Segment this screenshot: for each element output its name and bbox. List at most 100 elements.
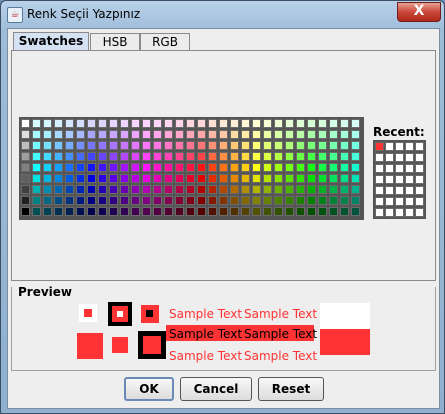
color-swatch[interactable] [109, 196, 118, 205]
color-swatch[interactable] [296, 152, 305, 161]
recent-swatch[interactable] [385, 164, 394, 173]
color-swatch[interactable] [252, 207, 261, 216]
color-swatch[interactable] [252, 119, 261, 128]
recent-swatch[interactable] [415, 175, 424, 184]
color-swatch[interactable] [54, 163, 63, 172]
color-swatch[interactable] [142, 119, 151, 128]
color-swatch[interactable] [43, 119, 52, 128]
color-swatch[interactable] [87, 152, 96, 161]
color-swatch[interactable] [43, 196, 52, 205]
color-swatch[interactable] [120, 141, 129, 150]
color-swatch[interactable] [340, 130, 349, 139]
color-swatch[interactable] [263, 119, 272, 128]
color-swatch[interactable] [241, 163, 250, 172]
color-swatch[interactable] [241, 130, 250, 139]
color-swatch[interactable] [142, 141, 151, 150]
color-swatch[interactable] [351, 119, 360, 128]
color-swatch[interactable] [98, 185, 107, 194]
color-swatch[interactable] [21, 196, 30, 205]
recent-swatch[interactable] [415, 186, 424, 195]
color-swatch[interactable] [318, 185, 327, 194]
color-swatch[interactable] [87, 207, 96, 216]
color-swatch[interactable] [318, 207, 327, 216]
recent-swatch[interactable] [385, 208, 394, 217]
color-swatch[interactable] [285, 152, 294, 161]
color-swatch[interactable] [230, 207, 239, 216]
recent-swatch[interactable] [405, 197, 414, 206]
ok-button[interactable]: OK [124, 377, 174, 401]
color-swatch[interactable] [32, 141, 41, 150]
color-swatch[interactable] [98, 207, 107, 216]
color-swatch[interactable] [340, 141, 349, 150]
color-swatch[interactable] [340, 196, 349, 205]
color-swatch[interactable] [65, 119, 74, 128]
color-swatch[interactable] [120, 185, 129, 194]
color-swatch[interactable] [230, 163, 239, 172]
color-swatch[interactable] [263, 141, 272, 150]
recent-swatch[interactable] [405, 142, 414, 151]
color-swatch[interactable] [153, 207, 162, 216]
color-swatch[interactable] [43, 152, 52, 161]
color-swatch[interactable] [329, 141, 338, 150]
color-swatch[interactable] [98, 174, 107, 183]
color-swatch[interactable] [54, 130, 63, 139]
recent-swatch[interactable] [395, 142, 404, 151]
color-swatch[interactable] [120, 196, 129, 205]
recent-swatch[interactable] [415, 197, 424, 206]
color-swatch[interactable] [76, 185, 85, 194]
color-swatch[interactable] [285, 185, 294, 194]
color-swatch[interactable] [65, 174, 74, 183]
color-swatch[interactable] [307, 207, 316, 216]
close-button[interactable]: X [397, 2, 441, 22]
color-swatch[interactable] [285, 196, 294, 205]
color-swatch[interactable] [32, 174, 41, 183]
color-swatch[interactable] [340, 152, 349, 161]
recent-swatch[interactable] [415, 153, 424, 162]
color-swatch[interactable] [142, 185, 151, 194]
color-swatch[interactable] [318, 130, 327, 139]
color-swatch[interactable] [252, 185, 261, 194]
color-swatch[interactable] [164, 185, 173, 194]
color-swatch[interactable] [186, 185, 195, 194]
color-swatch[interactable] [175, 152, 184, 161]
color-swatch[interactable] [241, 152, 250, 161]
color-swatch[interactable] [197, 152, 206, 161]
color-swatch[interactable] [153, 196, 162, 205]
color-swatch[interactable] [131, 130, 140, 139]
recent-swatch[interactable] [395, 208, 404, 217]
color-swatch[interactable] [307, 174, 316, 183]
color-swatch[interactable] [142, 130, 151, 139]
tab-rgb[interactable]: RGB [140, 33, 190, 51]
color-swatch[interactable] [208, 152, 217, 161]
color-swatch[interactable] [296, 185, 305, 194]
color-swatch[interactable] [241, 196, 250, 205]
color-swatch[interactable] [186, 130, 195, 139]
recent-swatch[interactable] [385, 186, 394, 195]
color-swatch[interactable] [329, 130, 338, 139]
color-swatch[interactable] [296, 119, 305, 128]
color-swatch[interactable] [186, 163, 195, 172]
color-swatch[interactable] [98, 119, 107, 128]
color-swatch[interactable] [164, 130, 173, 139]
color-swatch[interactable] [153, 185, 162, 194]
color-swatch[interactable] [142, 207, 151, 216]
color-swatch[interactable] [54, 152, 63, 161]
color-swatch[interactable] [318, 163, 327, 172]
color-swatch[interactable] [219, 174, 228, 183]
color-swatch[interactable] [340, 185, 349, 194]
color-swatch[interactable] [197, 174, 206, 183]
color-swatch[interactable] [98, 196, 107, 205]
color-swatch[interactable] [131, 119, 140, 128]
color-swatch[interactable] [32, 130, 41, 139]
color-swatch[interactable] [252, 196, 261, 205]
color-swatch[interactable] [131, 163, 140, 172]
color-swatch[interactable] [351, 174, 360, 183]
color-swatch[interactable] [76, 152, 85, 161]
color-swatch[interactable] [175, 207, 184, 216]
color-swatch[interactable] [208, 185, 217, 194]
color-swatch[interactable] [252, 163, 261, 172]
color-swatch[interactable] [87, 174, 96, 183]
recent-swatch[interactable] [375, 197, 384, 206]
color-swatch[interactable] [186, 141, 195, 150]
recent-swatch[interactable] [395, 186, 404, 195]
